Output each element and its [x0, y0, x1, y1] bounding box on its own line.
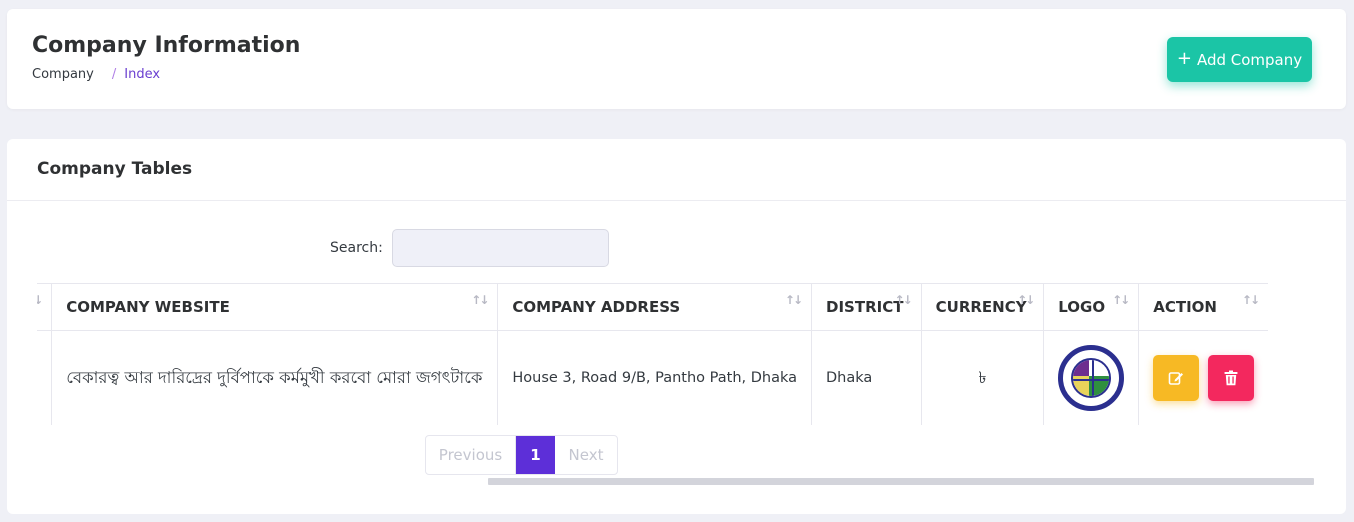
sort-icon[interactable]: ↑↓ — [471, 293, 489, 307]
plus-icon: + — [1176, 47, 1192, 69]
column-header-hidden[interactable]: ↑↓ — [37, 283, 53, 331]
column-header-address[interactable]: COMPANY ADDRESS ↑↓ — [497, 283, 813, 331]
breadcrumb-company[interactable]: Company — [32, 67, 94, 82]
breadcrumb: Company / Index — [32, 67, 160, 82]
search-row: Search: — [330, 229, 609, 267]
cell-truncated: om — [37, 330, 53, 425]
page-title: Company Information — [32, 33, 301, 58]
sort-icon[interactable]: ↑↓ — [1017, 293, 1035, 307]
column-header-website[interactable]: COMPANY WEBSITE ↑↓ — [51, 283, 499, 331]
company-table: ↑↓ COMPANY WEBSITE↑↓ COMPANY ADDRESS↑↓ D… — [37, 283, 1268, 425]
company-table-card: Company Tables Search: ↑↓ COMPANY WEBSIT… — [7, 139, 1346, 514]
sort-icon[interactable]: ↑↓ — [895, 293, 913, 307]
card-title: Company Tables — [7, 139, 1346, 201]
column-header-logo[interactable]: LOGO ↑↓ — [1043, 283, 1140, 331]
table-row: om বেকারত্ব আর দারিদ্রের দুর্বিপাকে কর্ম… — [37, 330, 1268, 425]
breadcrumb-index: Index — [124, 67, 161, 82]
search-input[interactable] — [391, 229, 609, 267]
sort-icon[interactable]: ↑↓ — [1112, 293, 1130, 307]
edit-icon — [1168, 372, 1184, 385]
add-company-label: Add Company — [1196, 50, 1303, 69]
cell-currency: ৳ — [921, 330, 1045, 425]
search-label: Search: — [330, 240, 383, 256]
cell-actions — [1138, 330, 1268, 425]
cell-address: House 3, Road 9/B, Pantho Path, Dhaka — [497, 330, 813, 425]
company-seal-logo — [1058, 345, 1125, 411]
pagination-page-1[interactable]: 1 — [516, 436, 555, 474]
cell-website: বেকারত্ব আর দারিদ্রের দুর্বিপাকে কর্মমুখ… — [51, 330, 499, 425]
pagination-previous[interactable]: Previous — [426, 436, 516, 474]
pagination-next[interactable]: Next — [555, 436, 617, 474]
page-header-card: Company Information Company / Index + Add … — [7, 9, 1346, 109]
sort-icon[interactable]: ↑↓ — [785, 293, 803, 307]
column-header-currency[interactable]: CURRENCY ↑↓ — [921, 283, 1045, 331]
table-header-row: ↑↓ COMPANY WEBSITE↑↓ COMPANY ADDRESS↑↓ D… — [37, 283, 1268, 331]
pagination: Previous 1 Next — [425, 435, 618, 475]
trash-icon — [1224, 370, 1238, 386]
add-company-button[interactable]: + Add Company — [1167, 37, 1312, 82]
delete-button[interactable] — [1207, 355, 1254, 401]
edit-button[interactable] — [1153, 355, 1200, 401]
horizontal-scrollbar[interactable] — [488, 478, 1314, 485]
sort-icon[interactable]: ↑↓ — [1242, 293, 1260, 307]
column-header-district[interactable]: DISTRICT ↑↓ — [811, 283, 922, 331]
table-scroll-area[interactable]: ↑↓ COMPANY WEBSITE↑↓ COMPANY ADDRESS↑↓ D… — [37, 283, 1317, 425]
cell-district: Dhaka — [811, 330, 922, 425]
cell-logo — [1043, 330, 1140, 425]
sort-icon[interactable]: ↑↓ — [37, 293, 43, 307]
breadcrumb-separator: / — [111, 67, 117, 82]
column-header-action[interactable]: ACTION ↑↓ — [1138, 283, 1268, 331]
